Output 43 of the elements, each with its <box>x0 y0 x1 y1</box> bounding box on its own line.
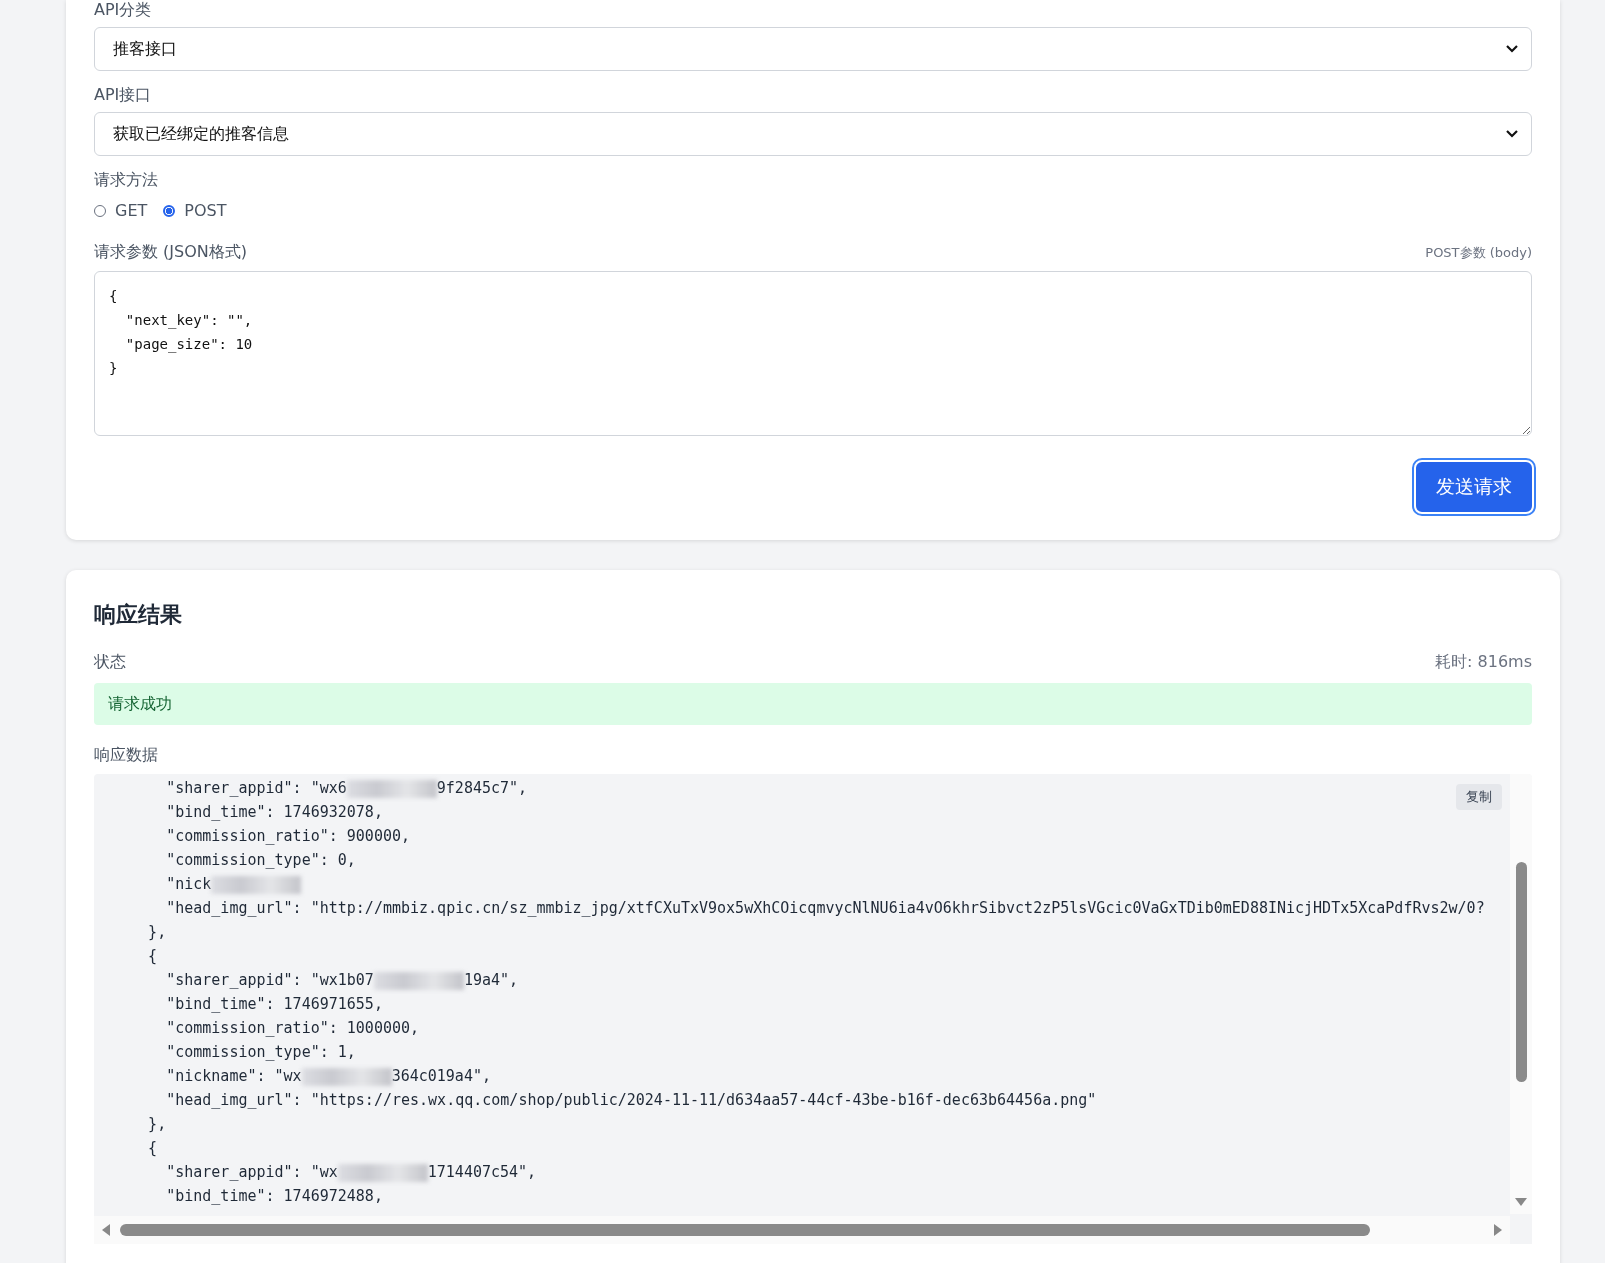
code-line: "nickname": "wx 364c019a4", <box>165 1066 491 1088</box>
code-line: "bind_time": 1746932078, <box>165 802 383 823</box>
horizontal-scrollbar[interactable] <box>94 1216 1510 1244</box>
field-label: API分类 <box>94 0 153 21</box>
params-textarea[interactable]: { "next_key": "", "page_size": 10 } <box>94 271 1532 436</box>
method-radio[interactable]: GET <box>94 201 148 220</box>
status-banner: 请求成功 <box>94 683 1532 725</box>
field-label: 请求参数 (JSON格式) <box>94 242 247 263</box>
section-title: 响应结果 <box>94 601 183 629</box>
copy-button[interactable]: 复制 <box>1456 784 1502 810</box>
code-line: "sharer_appid": "wx6 9f2845c7", <box>165 778 528 800</box>
left-arrow-icon[interactable] <box>102 1224 110 1236</box>
radio-circle[interactable] <box>163 204 176 217</box>
code-line: "commission_ratio": 1000000, <box>165 1018 420 1039</box>
code-line: "bind_time": 1746971655, <box>165 994 383 1015</box>
right-arrow-icon[interactable] <box>1494 1224 1502 1236</box>
code-line: "sharer_appid": "wx1b07 19a4", <box>165 970 519 992</box>
code-line: }, <box>147 922 167 943</box>
code-line: "nick <box>112 872 302 896</box>
code-line: "bind_time": 1746972488, <box>165 1186 383 1206</box>
code-line: }, <box>147 1114 167 1135</box>
code-line: "head_img_url": "https://res.wx.qq.com/shop/public/2024-11-11/d634aa57-44cf-43be-b16f-dec63b64456a.png" <box>165 1090 1097 1111</box>
code-line: "commission_type": 1, <box>165 1042 356 1063</box>
chevron-down-icon <box>1505 44 1519 54</box>
field-label: 请求方法 <box>94 170 159 191</box>
code-line: "commission_ratio": 900000, <box>165 826 410 847</box>
category-select[interactable]: 推客接口 <box>94 27 1532 71</box>
vertical-scrollbar[interactable] <box>1510 774 1532 1214</box>
down-arrow-icon[interactable] <box>1515 1198 1527 1206</box>
code-line: { <box>147 946 158 967</box>
params-hint: POST参数 (body) <box>1425 244 1532 262</box>
status-label: 状态 <box>94 652 126 673</box>
code-line: "commission_type": 0, <box>165 850 356 871</box>
send-request-button[interactable]: 发送请求 <box>1414 460 1534 514</box>
code-line: "head_img_url": "http://mmbiz.qpic.cn/sz_mmbiz_jpg/xtfCXuTxV9ox5wXhCOicqmvycNlNU6ia4vO6khrSibvct2zP5lsVGcic0VaGxTDib0mED88INicjHDTx5XcaPdfRvs2w/0? <box>165 898 1485 919</box>
api-select[interactable]: 获取已经绑定的推客信息 <box>94 112 1532 156</box>
field-label: API接口 <box>94 85 153 106</box>
field-label: 响应数据 <box>94 745 159 766</box>
code-line: "sharer_appid": "wx 1714407c54", <box>165 1162 537 1184</box>
elapsed-time: 耗时: 816ms <box>1435 652 1532 673</box>
code-line: { <box>147 1138 158 1159</box>
method-radio[interactable]: POST <box>163 201 227 220</box>
chevron-down-icon <box>1505 129 1519 139</box>
